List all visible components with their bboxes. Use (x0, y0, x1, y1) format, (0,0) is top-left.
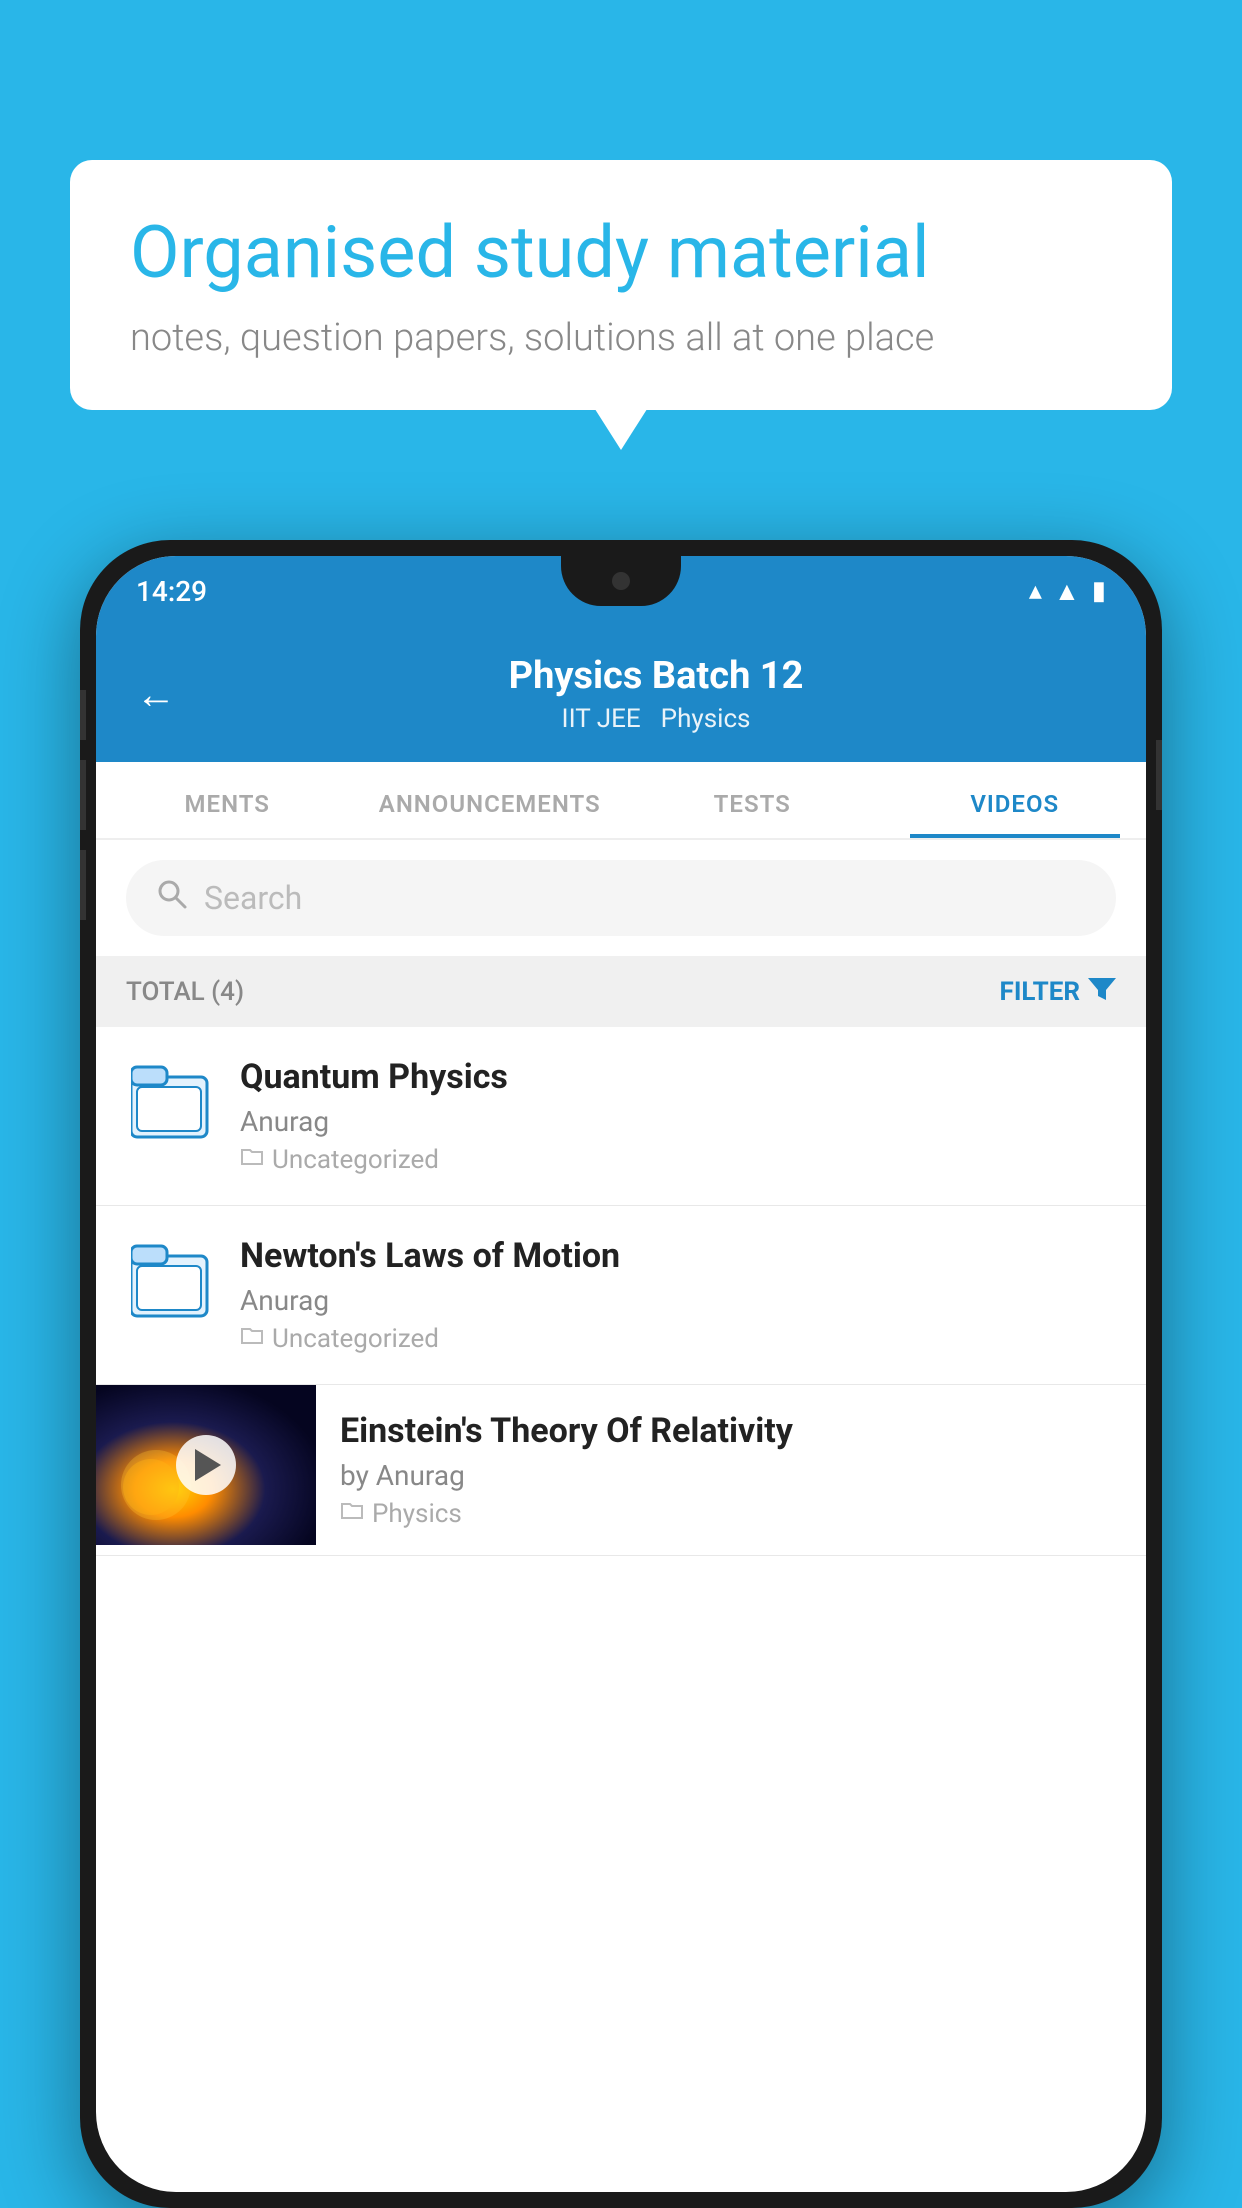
tag-label: Uncategorized (272, 1145, 439, 1175)
bubble-subtitle: notes, question papers, solutions all at… (130, 316, 1112, 360)
wifi-icon: ▴ (1029, 576, 1042, 606)
phone-body: 14:29 ▴ ▲ ▮ ← Physics Batch 12 (96, 556, 1146, 2192)
phone-vol-up-button (80, 760, 86, 830)
tag-label: Uncategorized (272, 1324, 439, 1354)
folder-icon (131, 1057, 211, 1147)
phone-vol-silent-button (80, 690, 86, 740)
phone-notch (561, 556, 681, 606)
tag-icon (240, 1323, 264, 1354)
status-time: 14:29 (136, 575, 207, 608)
play-button[interactable] (176, 1435, 236, 1495)
video-author: Anurag (240, 1284, 1116, 1317)
status-bar: 14:29 ▴ ▲ ▮ (96, 556, 1146, 626)
tag-icon (340, 1498, 364, 1529)
tab-videos[interactable]: VIDEOS (884, 762, 1147, 838)
tab-tests[interactable]: TESTS (621, 762, 884, 838)
video-author: by Anurag (340, 1459, 1122, 1492)
header-tag-physics: Physics (661, 704, 751, 734)
play-triangle (195, 1449, 221, 1481)
video-title: Quantum Physics (240, 1057, 1116, 1097)
video-author: Anurag (240, 1105, 1116, 1138)
video-info: Einstein's Theory Of Relativity by Anura… (316, 1385, 1146, 1555)
header-title-group: Physics Batch 12 IIT JEE Physics (206, 654, 1106, 734)
tab-announcements[interactable]: ANNOUNCEMENTS (359, 762, 622, 838)
header-tags: IIT JEE Physics (206, 704, 1106, 734)
content-area: Quantum Physics Anurag Uncategorized (96, 1027, 1146, 1556)
bubble-title: Organised study material (130, 210, 1112, 296)
speech-bubble: Organised study material notes, question… (70, 160, 1172, 410)
phone-inner: 14:29 ▴ ▲ ▮ ← Physics Batch 12 (96, 556, 1146, 2192)
video-title: Einstein's Theory Of Relativity (340, 1411, 1122, 1451)
tag-icon (240, 1144, 264, 1175)
filter-button[interactable]: FILTER (1000, 974, 1116, 1009)
folder-icon-container (126, 1236, 216, 1326)
video-title: Newton's Laws of Motion (240, 1236, 1116, 1276)
speech-bubble-container: Organised study material notes, question… (70, 160, 1172, 410)
filter-bar: TOTAL (4) FILTER (96, 956, 1146, 1027)
status-icons: ▴ ▲ ▮ (1029, 576, 1106, 607)
search-container: Search (96, 840, 1146, 956)
phone-frame: 14:29 ▴ ▲ ▮ ← Physics Batch 12 (80, 540, 1162, 2208)
search-placeholder: Search (204, 879, 302, 917)
tag-label: Physics (372, 1499, 462, 1529)
video-tag: Physics (340, 1498, 1122, 1529)
camera-dot (612, 572, 630, 590)
list-item[interactable]: Quantum Physics Anurag Uncategorized (96, 1027, 1146, 1206)
tabs-bar: MENTS ANNOUNCEMENTS TESTS VIDEOS (96, 762, 1146, 840)
phone-power-button (1156, 740, 1162, 810)
folder-icon-container (126, 1057, 216, 1147)
list-item[interactable]: Einstein's Theory Of Relativity by Anura… (96, 1385, 1146, 1556)
filter-icon (1088, 974, 1116, 1009)
total-count: TOTAL (4) (126, 977, 244, 1007)
signal-icon: ▲ (1054, 576, 1080, 607)
app-header: ← Physics Batch 12 IIT JEE Physics (96, 626, 1146, 762)
battery-icon: ▮ (1092, 576, 1106, 606)
search-bar[interactable]: Search (126, 860, 1116, 936)
back-button[interactable]: ← (136, 671, 176, 718)
phone-vol-down-button (80, 850, 86, 920)
video-tag: Uncategorized (240, 1323, 1116, 1354)
header-title: Physics Batch 12 (206, 654, 1106, 698)
video-tag: Uncategorized (240, 1144, 1116, 1175)
video-info: Newton's Laws of Motion Anurag Uncategor… (240, 1236, 1116, 1354)
search-icon (156, 878, 188, 918)
video-info: Quantum Physics Anurag Uncategorized (240, 1057, 1116, 1175)
filter-label: FILTER (1000, 977, 1080, 1007)
video-thumbnail (96, 1385, 316, 1545)
header-tag-iitjee: IIT JEE (562, 704, 641, 734)
folder-icon (131, 1236, 211, 1326)
list-item[interactable]: Newton's Laws of Motion Anurag Uncategor… (96, 1206, 1146, 1385)
tab-ments[interactable]: MENTS (96, 762, 359, 838)
